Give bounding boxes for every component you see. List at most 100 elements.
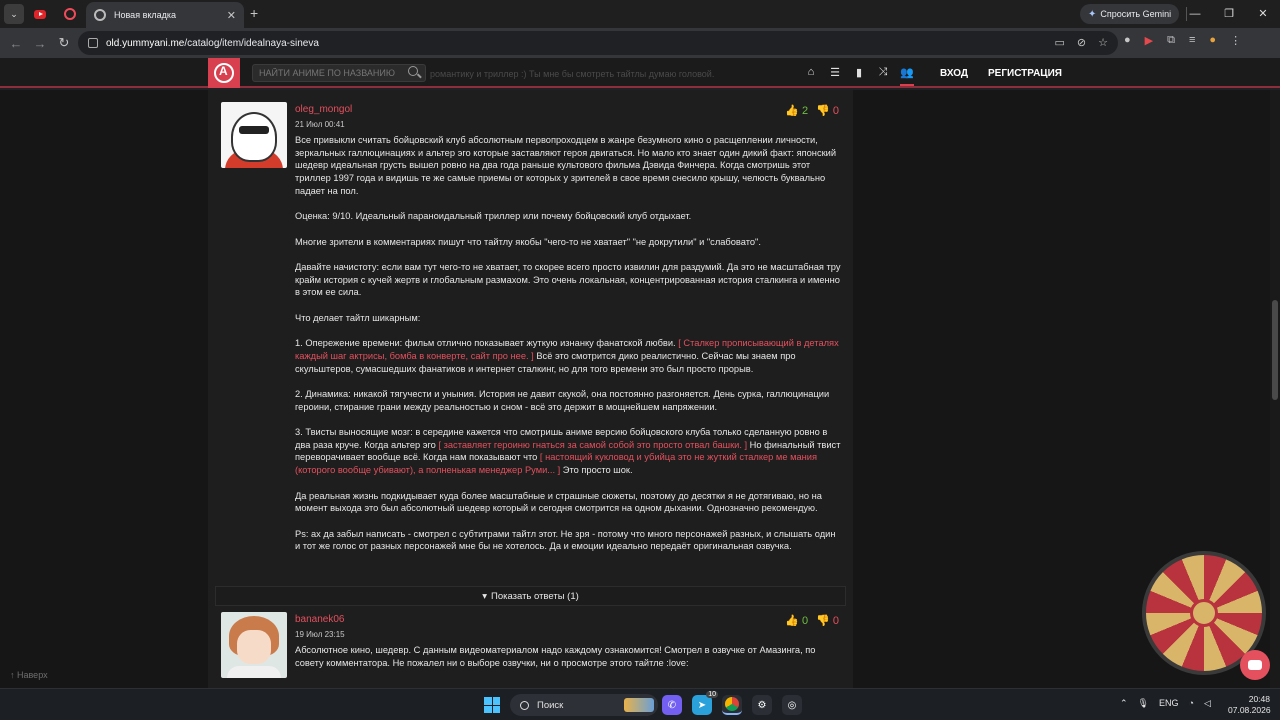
puzzle-icon[interactable]: ⧉ xyxy=(1167,34,1175,47)
avatar[interactable] xyxy=(221,612,287,678)
search-highlight-image xyxy=(624,698,654,712)
wifi-icon[interactable]: ◔ xyxy=(1189,698,1194,709)
scroll-to-top-link[interactable]: ↑ Наверх xyxy=(10,670,48,680)
wheel-center xyxy=(1190,599,1218,627)
register-link[interactable]: РЕГИСТРАЦИЯ xyxy=(988,68,1062,79)
taskbar: Поиск ✆ ➤ 10 ⚙ ◎ ⌃ 🎙 ENG ◔ ◁ 20:48 07.08.… xyxy=(0,688,1280,720)
extensions-bar: ● ▶ ⧉ ≡ ● ⋮ xyxy=(1124,34,1241,47)
comment-paragraph: Оценка: 9/10. Идеальный параноидальный т… xyxy=(295,211,692,222)
clock-date: 07.08.2026 xyxy=(1228,705,1271,715)
telegram-icon[interactable]: ➤ 10 xyxy=(692,691,718,715)
text-span: Это просто шок. xyxy=(560,465,633,476)
comment-paragraph: 2. Динамика: никакой тягучести и уныния.… xyxy=(295,388,830,412)
search-icon[interactable] xyxy=(408,66,418,76)
scrollbar-thumb[interactable] xyxy=(1272,300,1278,400)
site-header: романтику и триллер :) Ты мне бы смотрет… xyxy=(0,58,1280,88)
comment-paragraph: 3. Твисты выносящие мозг: в середине каж… xyxy=(295,426,841,477)
hide-eye-icon[interactable]: ⊘ xyxy=(1077,36,1086,49)
chrome-icon[interactable] xyxy=(722,695,742,715)
comment-paragraph: Что делает тайтл шикарным: xyxy=(295,312,421,323)
page-scrollbar[interactable] xyxy=(1270,90,1280,688)
background-text: романтику и триллер :) Ты мне бы смотрет… xyxy=(430,69,715,79)
avatar-face xyxy=(231,112,277,162)
avatar[interactable] xyxy=(221,102,287,168)
extension-red-icon[interactable]: ▶ xyxy=(1145,34,1153,47)
comment-date: 21 Июл 00:41 xyxy=(295,120,345,129)
comment-username[interactable]: bananek06 xyxy=(295,614,345,625)
anime-search-input[interactable] xyxy=(252,64,426,82)
comment-paragraph: Да реальная жизнь подкидывает куда более… xyxy=(295,490,822,514)
page-body: oleg_mongol 21 Июл 00:41 👍 2 👎 0 Все при… xyxy=(0,90,1280,688)
telegram-badge: 10 xyxy=(706,691,718,698)
comment-paragraph: Давайте начистоту: если вам тут чего-то … xyxy=(295,261,841,298)
close-tab-icon[interactable]: ✕ xyxy=(227,9,236,22)
stats-chart-icon[interactable]: ▮ xyxy=(852,66,866,86)
chevron-up-icon[interactable]: ⌃ xyxy=(1120,698,1128,709)
clock[interactable]: 20:48 07.08.2026 xyxy=(1228,694,1271,716)
comment-paragraph: Ps: ах да забыл написать - смотрел с суб… xyxy=(295,528,836,552)
minimize-icon[interactable]: — xyxy=(1178,0,1212,28)
comment-paragraph: Все привыкли считать бойцовский клуб абс… xyxy=(295,135,837,196)
reading-list-icon[interactable]: ≡ xyxy=(1189,34,1195,47)
viber-icon[interactable]: ✆ xyxy=(662,695,682,715)
site-info-icon[interactable] xyxy=(88,38,98,48)
like-button[interactable]: 👍 2 xyxy=(785,104,808,117)
spoiler[interactable]: [ заставляет героиню гнаться за самой со… xyxy=(438,440,747,450)
comment-username[interactable]: oleg_mongol xyxy=(295,104,352,115)
dislike-button[interactable]: 👎 0 xyxy=(816,104,839,117)
ask-gemini-button[interactable]: ✦ Спросить Gemini xyxy=(1080,4,1180,24)
pinned-tab-anime[interactable] xyxy=(58,4,82,24)
taskbar-search-label: Поиск xyxy=(537,699,564,711)
reload-icon[interactable]: ↻ xyxy=(54,33,74,53)
browser-toolbar: ← → ↻ old.yummyani.me/catalog/item/ideal… xyxy=(0,28,1280,58)
taskbar-apps: ✆ ➤ 10 ⚙ ◎ xyxy=(662,691,802,715)
avatar-shirt xyxy=(227,666,281,678)
cast-icon[interactable]: ▭ xyxy=(1055,36,1065,49)
menu-kebab-icon[interactable]: ⋮ xyxy=(1230,34,1241,47)
volume-icon[interactable]: ◁ xyxy=(1204,698,1211,709)
comment-votes: 👍 2 👎 0 xyxy=(785,104,839,117)
comment-text: Абсолютное кино, шедевр. С данным видеом… xyxy=(295,644,841,669)
like-count: 2 xyxy=(801,105,809,117)
extension-icon[interactable]: ● xyxy=(1124,34,1131,47)
pinned-tab-youtube[interactable] xyxy=(28,4,52,24)
taskbar-search[interactable]: Поиск xyxy=(510,694,658,716)
catalog-list-icon[interactable]: ☰ xyxy=(828,66,842,86)
comment-paragraph: 1. Опережение времени: фильм отлично пок… xyxy=(295,337,841,375)
like-count: 0 xyxy=(801,615,809,627)
ask-gemini-label: Спросить Gemini xyxy=(1100,9,1172,19)
comment-text: Все привыкли считать бойцовский клуб абс… xyxy=(295,134,841,553)
home-icon[interactable]: ⌂ xyxy=(804,66,818,86)
new-tab-button[interactable]: + xyxy=(250,5,258,21)
maximize-icon[interactable]: ❐ xyxy=(1212,0,1246,28)
forward-icon[interactable]: → xyxy=(30,33,50,53)
close-window-icon[interactable]: ✕ xyxy=(1246,0,1280,28)
youtube-icon xyxy=(34,9,46,19)
system-tray: ⌃ 🎙 ENG ◔ ◁ xyxy=(1120,698,1211,709)
bookmark-star-icon[interactable]: ☆ xyxy=(1098,36,1108,49)
dislike-count: 0 xyxy=(832,615,839,627)
site-favicon-icon xyxy=(64,8,76,20)
dislike-button[interactable]: 👎 0 xyxy=(816,614,839,627)
address-bar[interactable]: old.yummyani.me/catalog/item/idealnaya-s… xyxy=(78,31,1118,55)
chrome-icon xyxy=(94,9,106,21)
like-button[interactable]: 👍 0 xyxy=(785,614,808,627)
window-controls: — ❐ ✕ xyxy=(1178,0,1280,28)
app-icon[interactable]: ◎ xyxy=(782,695,802,715)
back-icon[interactable]: ← xyxy=(6,33,26,53)
microphone-icon[interactable]: 🎙 xyxy=(1138,698,1149,709)
chat-icon[interactable] xyxy=(1240,650,1270,680)
tab-search-button[interactable]: ⌄ xyxy=(4,4,24,24)
steam-icon[interactable]: ⚙ xyxy=(752,695,772,715)
windows-start-icon[interactable] xyxy=(484,697,500,713)
profile-avatar-icon[interactable]: ● xyxy=(1209,34,1216,47)
clock-time: 20:48 xyxy=(1248,694,1270,704)
tab-new-tab[interactable]: Новая вкладка ✕ xyxy=(86,2,244,28)
random-shuffle-icon[interactable]: ⤨ xyxy=(876,66,890,86)
search-icon xyxy=(520,700,529,710)
show-replies-button[interactable]: ▾ Показать ответы (1) xyxy=(215,586,846,606)
site-logo[interactable] xyxy=(208,58,240,88)
login-link[interactable]: ВХОД xyxy=(940,68,968,79)
users-icon[interactable]: 👥 xyxy=(900,66,914,86)
language-indicator[interactable]: ENG xyxy=(1159,698,1179,709)
